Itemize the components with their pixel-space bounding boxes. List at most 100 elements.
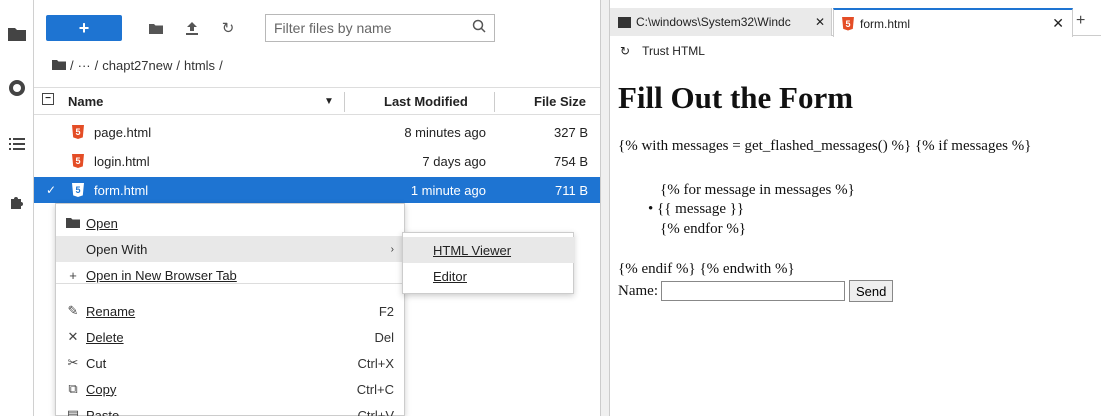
menu-item-open[interactable]: Open (56, 210, 406, 236)
html-viewer-panel: C:\windows\System32\Windc ✕ 5 form.html … (610, 0, 1101, 416)
file-size: 327 B (554, 124, 588, 140)
message-text: {{ message }} (657, 201, 745, 217)
upload-icon[interactable] (182, 18, 202, 38)
tab-terminal[interactable]: C:\windows\System32\Windc ✕ (610, 8, 832, 36)
file-row-page[interactable]: 5 page.html 8 minutes ago 327 B (34, 119, 600, 145)
filter-placeholder: Filter files by name (274, 20, 392, 36)
open-with-submenu: HTML Viewer Editor (402, 232, 575, 294)
menu-item-editor[interactable]: Editor (403, 263, 575, 289)
running-icon[interactable] (7, 78, 27, 98)
breadcrumb-ellipsis[interactable]: ··· (78, 58, 91, 73)
menu-label: Cut (86, 355, 107, 371)
menu-label: Open in New Browser Tab (86, 267, 237, 283)
column-divider (494, 92, 495, 112)
plus-icon: + (69, 267, 77, 283)
folder-icon (64, 216, 82, 231)
breadcrumb-sep: / (94, 58, 99, 73)
name-input[interactable] (660, 281, 845, 301)
close-icon[interactable]: ✕ (1052, 15, 1064, 32)
name-form: Name: Send (618, 280, 894, 302)
column-last-modified[interactable]: Last Modified (384, 94, 468, 109)
scissors-icon: ✂ (67, 355, 79, 370)
template-line: {% endif %} {% endwith %} (618, 261, 795, 277)
file-name: form.html (94, 182, 149, 198)
html5-icon: 5 (72, 183, 84, 197)
extension-icon[interactable] (7, 192, 27, 212)
menu-item-rename[interactable]: ✎ Rename F2 (56, 298, 406, 324)
file-list-header: − Name ▼ Last Modified File Size (34, 87, 600, 115)
menu-item-copy[interactable]: ⧉ Copy Ctrl+C (56, 376, 406, 402)
list-item: • {{ message }} (648, 201, 745, 217)
toc-icon[interactable] (7, 134, 27, 154)
file-name: page.html (94, 124, 152, 140)
column-file-size[interactable]: File Size (534, 94, 586, 109)
checkmark-icon: ✓ (46, 183, 57, 197)
activity-rail (0, 0, 34, 416)
breadcrumb-sep: / (219, 58, 223, 73)
tab-label: form.html (860, 16, 911, 31)
select-all-checkbox[interactable]: − (42, 93, 54, 105)
menu-item-html-viewer[interactable]: HTML Viewer (403, 237, 575, 263)
menu-label: Rename (86, 303, 136, 319)
menu-label: Delete (86, 329, 124, 345)
send-button[interactable]: Send (848, 280, 894, 302)
column-name[interactable]: Name (68, 94, 103, 109)
menu-divider (56, 283, 406, 284)
pencil-icon: ✎ (67, 303, 79, 318)
home-folder-icon[interactable] (52, 58, 66, 73)
menu-shortcut: Ctrl+C (356, 381, 394, 397)
file-toolbar: + ↻ (46, 14, 238, 42)
trust-html-button[interactable]: Trust HTML (642, 44, 705, 58)
context-menu: Open Open With › + Open in New Browser T… (55, 203, 406, 416)
add-tab-icon[interactable]: + (1076, 12, 1085, 30)
tab-form-html[interactable]: 5 form.html ✕ (833, 8, 1073, 37)
filter-input[interactable]: Filter files by name (265, 14, 495, 42)
panel-splitter[interactable] (600, 0, 610, 416)
new-folder-icon[interactable] (146, 18, 166, 38)
breadcrumb-htmls[interactable]: htmls (184, 58, 215, 73)
menu-label: Open With (86, 241, 148, 257)
file-row-login[interactable]: 5 login.html 7 days ago 754 B (34, 148, 600, 174)
sort-chevron-icon[interactable]: ▼ (324, 96, 334, 107)
menu-shortcut: Ctrl+X (357, 355, 394, 371)
file-modified: 1 minute ago (410, 182, 486, 198)
template-line: {% with messages = get_flashed_messages(… (618, 138, 1032, 154)
file-name: login.html (94, 153, 150, 169)
rendered-document: Fill Out the Form {% with messages = get… (618, 80, 1098, 302)
breadcrumb: / ··· / chapt27new / htmls / (52, 58, 223, 73)
menu-item-cut[interactable]: ✂ Cut Ctrl+X (56, 350, 406, 376)
file-modified: 8 minutes ago (404, 124, 486, 140)
copy-icon: ⧉ (68, 381, 78, 396)
menu-item-open-with[interactable]: Open With › (56, 236, 406, 262)
menu-label: HTML Viewer (433, 242, 512, 258)
column-divider (344, 92, 345, 112)
terminal-icon (618, 16, 631, 28)
menu-label: Paste (86, 407, 120, 416)
template-line: {% for message in messages %} (660, 182, 855, 198)
viewer-toolbar: ↻ Trust HTML (610, 38, 705, 64)
refresh-icon[interactable]: ↻ (218, 18, 238, 38)
chevron-right-icon: › (390, 243, 394, 255)
template-line: {% endfor %} (660, 221, 747, 237)
tab-bar: C:\windows\System32\Windc ✕ 5 form.html … (610, 8, 1101, 37)
refresh-icon[interactable]: ↻ (620, 44, 630, 58)
html5-icon: 5 (72, 125, 84, 139)
page-title: Fill Out the Form (618, 80, 854, 115)
close-icon[interactable]: ✕ (815, 15, 825, 29)
html5-icon: 5 (842, 16, 854, 31)
html5-icon: 5 (72, 154, 84, 168)
menu-shortcut: Del (374, 329, 394, 345)
menu-item-delete[interactable]: ✕ Delete Del (56, 324, 406, 350)
menu-label: Copy (86, 381, 117, 397)
tab-label: C:\windows\System32\Windc (636, 15, 791, 29)
menu-item-open-new-tab[interactable]: + Open in New Browser Tab (56, 262, 406, 288)
file-row-form[interactable]: ✓ 5 form.html 1 minute ago 711 B (34, 177, 600, 203)
new-launcher-button[interactable]: + (46, 15, 122, 41)
breadcrumb-sep: / (176, 58, 180, 73)
menu-label: Editor (433, 268, 467, 284)
file-size: 754 B (554, 153, 588, 169)
menu-item-paste[interactable]: ▤ Paste Ctrl+V (56, 402, 406, 416)
file-modified: 7 days ago (422, 153, 486, 169)
folder-icon[interactable] (7, 24, 27, 44)
breadcrumb-chapt27new[interactable]: chapt27new (102, 58, 172, 73)
